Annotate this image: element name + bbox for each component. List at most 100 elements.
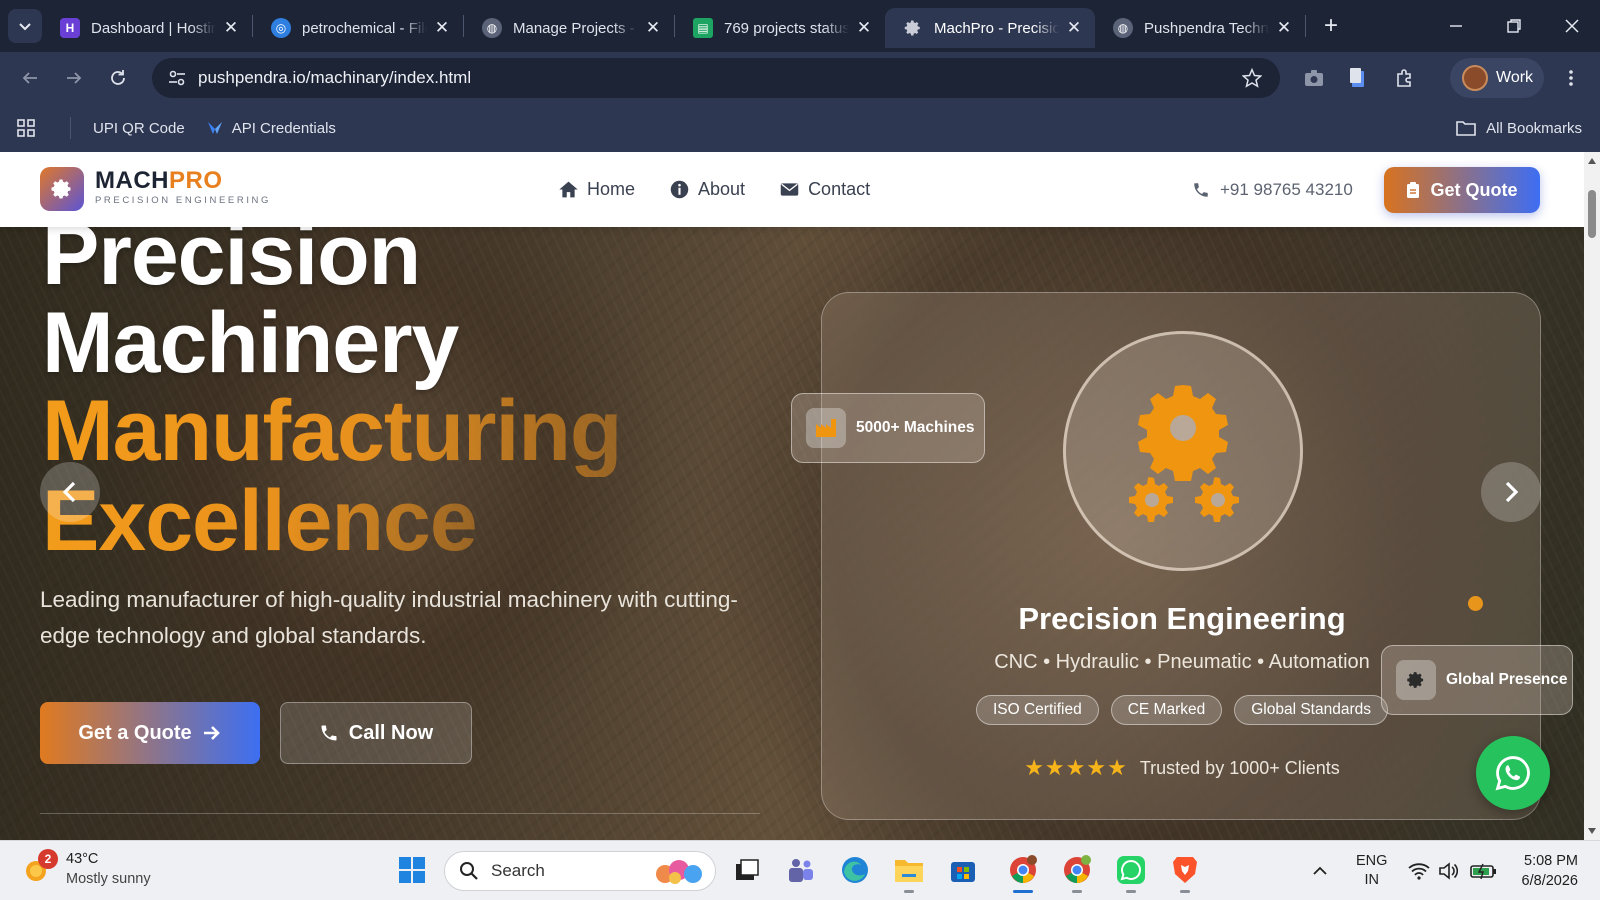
whatsapp-chat-button[interactable] (1476, 736, 1550, 810)
tab-pushpendra[interactable]: ◍ Pushpendra Technologies ✕ (1095, 8, 1305, 48)
tab-manage-projects[interactable]: ◍ Manage Projects - ✕ (464, 8, 674, 48)
forward-button[interactable] (56, 60, 92, 96)
file-explorer-button[interactable] (892, 853, 926, 893)
site-info-button[interactable] (162, 63, 192, 93)
reload-icon (111, 70, 125, 85)
whatsapp-app-button[interactable] (1114, 853, 1148, 893)
brave-button[interactable] (1168, 853, 1202, 893)
running-indicator (1126, 890, 1136, 893)
tab-dashboard-hosting[interactable]: H Dashboard | Hosting ✕ (42, 8, 252, 48)
browser-menu-button[interactable] (1553, 60, 1589, 96)
close-icon[interactable]: ✕ (1065, 18, 1083, 38)
web-page: MACHPRO PRECISION ENGINEERING Home About… (0, 152, 1584, 840)
get-quote-button[interactable]: Get Quote (1384, 167, 1540, 213)
new-tab-button[interactable]: + (1312, 7, 1350, 45)
logo[interactable] (40, 167, 84, 211)
profile-button[interactable]: Work (1450, 58, 1544, 98)
tab-title: Dashboard | Hosting (91, 19, 216, 37)
running-indicator (904, 890, 914, 893)
scroll-up-arrow[interactable] (1588, 158, 1596, 164)
brand[interactable]: MACHPRO PRECISION ENGINEERING (95, 168, 271, 207)
chrome-profile-button[interactable] (1060, 853, 1094, 893)
globe-icon: ◍ (482, 18, 502, 38)
close-icon[interactable]: ✕ (222, 18, 240, 38)
hosting-dashboard-icon: H (60, 18, 80, 38)
bookmark-api-credentials[interactable]: API Credentials (207, 120, 336, 137)
screenshot-button[interactable] (1296, 60, 1332, 96)
weather-widget[interactable]: 2 43°C Mostly sunny (22, 849, 151, 889)
taskbar-clock[interactable]: 5:08 PM 6/8/2026 (1522, 851, 1578, 891)
arrow-right-icon (203, 726, 220, 740)
nav-about[interactable]: About (669, 179, 745, 200)
site-navbar: MACHPRO PRECISION ENGINEERING Home About… (0, 152, 1584, 227)
close-icon[interactable]: ✕ (433, 18, 451, 38)
back-button[interactable] (12, 60, 48, 96)
quick-settings-button[interactable] (1408, 841, 1498, 900)
minimize-button[interactable] (1428, 0, 1484, 52)
close-window-button[interactable] (1544, 0, 1600, 52)
gear-circle (1063, 331, 1303, 571)
tab-title: petrochemical - Files (302, 19, 427, 37)
pill-ce-marked: CE Marked (1110, 695, 1223, 725)
tab-search-button[interactable] (8, 9, 42, 43)
hero-call-now-button[interactable]: Call Now (280, 702, 472, 764)
tray-overflow-button[interactable] (1312, 841, 1328, 900)
bookmark-star-button[interactable] (1234, 68, 1270, 88)
extensions-button[interactable] (1386, 60, 1422, 96)
card-title: Precision Engineering (1018, 601, 1346, 636)
badge-machines: 5000+ Machines (791, 393, 985, 463)
language-indicator[interactable]: ENG IN (1356, 841, 1387, 900)
camera-icon (1305, 70, 1323, 86)
store-button[interactable] (946, 853, 980, 887)
nav-contact[interactable]: Contact (779, 179, 870, 200)
factory-icon (806, 408, 846, 448)
carousel-prev-button[interactable] (40, 462, 100, 522)
reload-button[interactable] (100, 60, 136, 96)
restore-button[interactable] (1486, 0, 1542, 52)
edge-button[interactable] (838, 853, 872, 887)
hero-get-quote-button[interactable]: Get a Quote (40, 702, 260, 764)
feature-card: Precision Engineering CNC • Hydraulic • … (821, 292, 1541, 820)
scroll-down-arrow[interactable] (1588, 828, 1596, 834)
search-highlight-icon (656, 860, 702, 884)
carousel-next-button[interactable] (1481, 462, 1541, 522)
hero-heading-line-4: Excellence (42, 473, 478, 569)
all-bookmarks-button[interactable]: All Bookmarks (1456, 104, 1582, 152)
close-icon[interactable]: ✕ (644, 18, 662, 38)
task-view-button[interactable] (730, 853, 764, 887)
hero-subtitle: Leading manufacturer of high-quality ind… (40, 587, 738, 648)
chrome-work-button[interactable] (1006, 853, 1040, 893)
page-scrollbar[interactable] (1584, 152, 1600, 840)
nav-label: Home (587, 179, 636, 199)
document-icon (1350, 68, 1364, 87)
running-indicator (1180, 890, 1190, 893)
tab-projects-status[interactable]: ▤ 769 projects status ✕ (675, 8, 885, 48)
taskbar-search[interactable]: Search (444, 851, 716, 891)
store-icon (951, 862, 975, 882)
avatar (1462, 65, 1488, 91)
scroll-thumb[interactable] (1588, 190, 1596, 238)
apps-grid-icon[interactable] (16, 118, 36, 138)
tab-machpro[interactable]: MachPro - Precision ✕ (885, 8, 1095, 48)
arrow-left-icon (22, 72, 37, 84)
minimize-icon (1450, 25, 1462, 27)
badge-global-presence: Global Presence (1381, 645, 1573, 715)
volume-icon (1439, 862, 1459, 880)
reading-list-button[interactable] (1340, 60, 1376, 96)
gear-icon (903, 18, 923, 38)
nav-home[interactable]: Home (558, 179, 635, 200)
api-logo-icon (207, 122, 222, 134)
close-icon[interactable]: ✕ (855, 18, 873, 38)
profile-label: Work (1496, 69, 1534, 86)
gears-icon (1129, 385, 1239, 522)
chevron-down-icon (19, 23, 31, 31)
address-bar[interactable]: pushpendra.io/machinary/index.html (152, 58, 1280, 98)
bookmark-upi-qr-code[interactable]: UPI QR Code (93, 120, 185, 137)
nav-phone[interactable]: +91 98765 43210 (1192, 152, 1353, 227)
start-button[interactable] (395, 853, 429, 887)
url-text[interactable]: pushpendra.io/machinary/index.html (198, 68, 1234, 88)
close-icon[interactable]: ✕ (1275, 18, 1293, 38)
active-indicator (1013, 890, 1033, 893)
tab-petrochemical[interactable]: ◎ petrochemical - Files ✕ (253, 8, 463, 48)
teams-button[interactable] (784, 853, 818, 887)
